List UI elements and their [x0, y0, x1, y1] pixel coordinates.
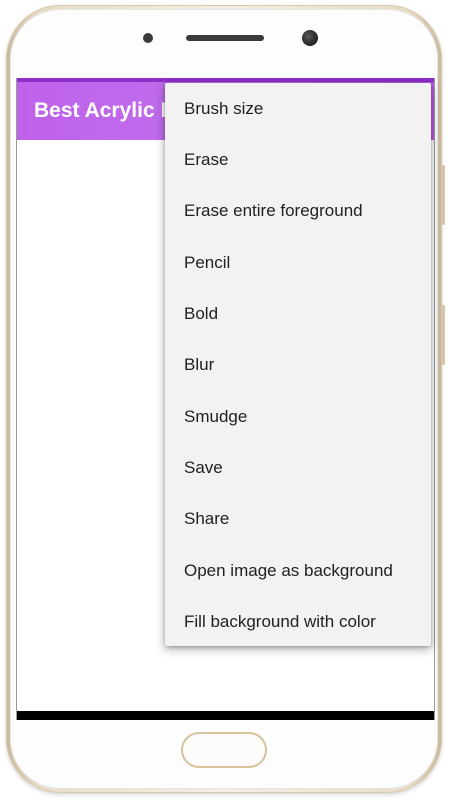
menu-item-fill-background-with-color[interactable]: Fill background with color — [165, 596, 431, 647]
menu-item-blur[interactable]: Blur — [165, 339, 431, 390]
menu-item-erase[interactable]: Erase — [165, 134, 431, 185]
menu-item-pencil[interactable]: Pencil — [165, 237, 431, 288]
menu-item-share[interactable]: Share — [165, 493, 431, 544]
proximity-sensor-icon — [143, 33, 153, 43]
front-camera-icon — [302, 30, 318, 46]
earpiece-speaker — [186, 35, 264, 41]
menu-item-bold[interactable]: Bold — [165, 288, 431, 339]
menu-item-brush-size[interactable]: Brush size — [165, 83, 431, 134]
power-button — [441, 305, 445, 365]
menu-item-open-image-as-background[interactable]: Open image as background — [165, 545, 431, 596]
menu-item-erase-entire-foreground[interactable]: Erase entire foreground — [165, 185, 431, 236]
volume-button — [441, 165, 445, 225]
menu-item-save[interactable]: Save — [165, 442, 431, 493]
menu-item-smudge[interactable]: Smudge — [165, 391, 431, 442]
navigation-bar — [17, 711, 434, 720]
overflow-menu: Brush size Erase Erase entire foreground… — [165, 83, 431, 646]
home-button[interactable] — [181, 732, 267, 768]
